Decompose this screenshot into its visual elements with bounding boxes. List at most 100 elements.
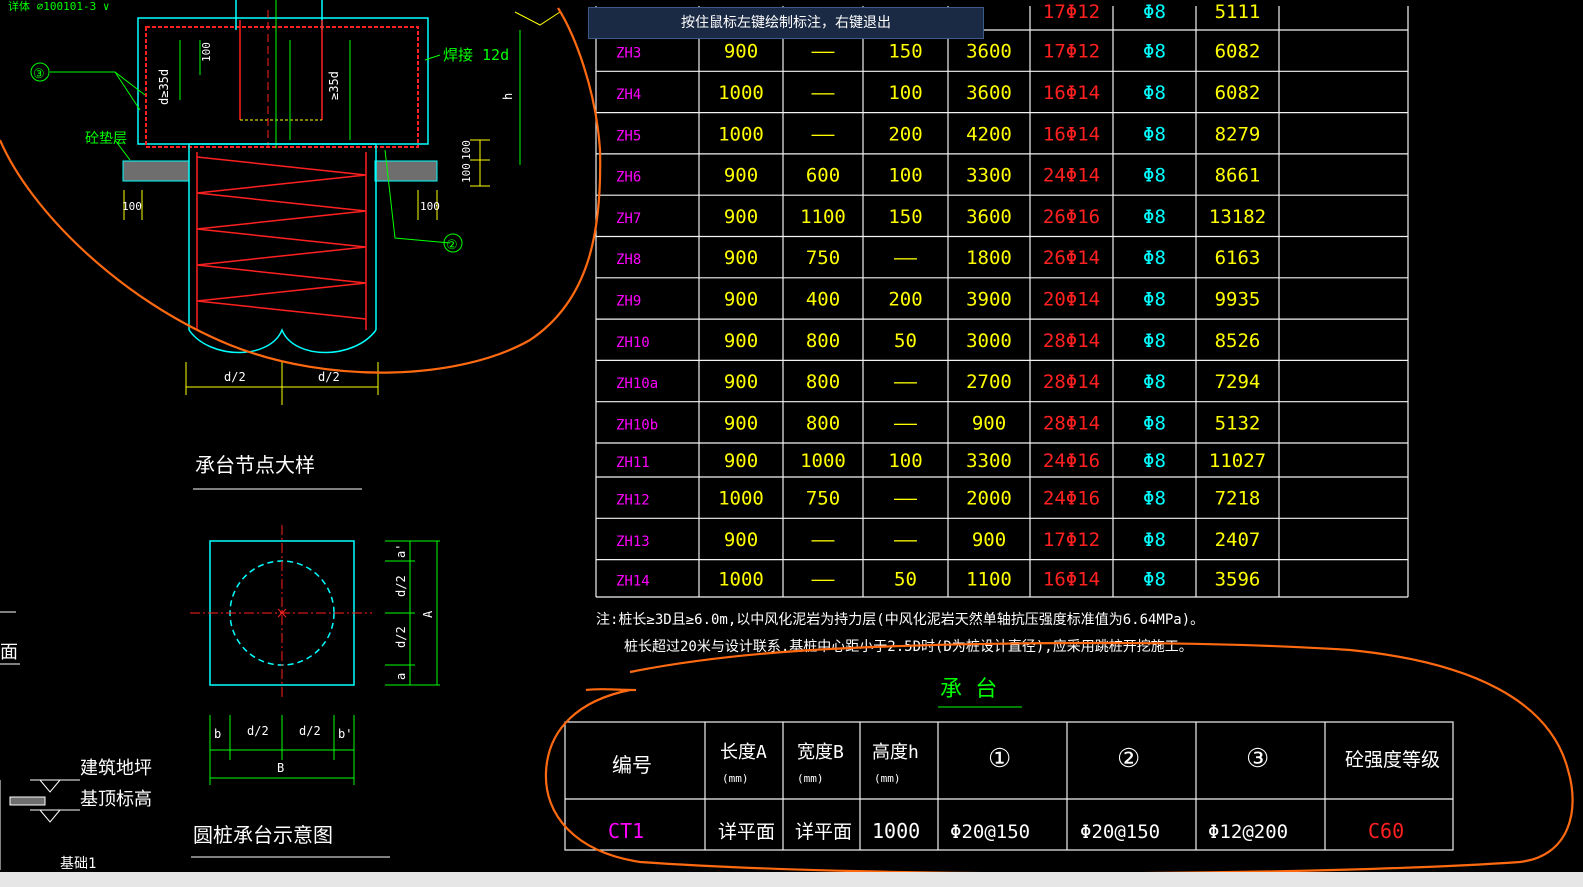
pile-table-cell-stir: Φ8 bbox=[1143, 371, 1166, 393]
pile-table-cell-vol: 9935 bbox=[1215, 288, 1261, 310]
pile-table-cell-stir: Φ8 bbox=[1143, 330, 1166, 352]
dim-b-prime: b' bbox=[338, 727, 352, 741]
cap-header-height: 高度h bbox=[872, 742, 919, 763]
top-crop-text: 详体 ⌀100101-3 ∨ bbox=[8, 0, 109, 13]
cap-cell-c3: Φ12@200 bbox=[1208, 821, 1288, 843]
pile-table-cell-len: 3300 bbox=[966, 165, 1012, 187]
dim-half-d-1: d/2 bbox=[224, 370, 246, 384]
dim-h: h bbox=[501, 93, 515, 100]
annotation-ellipse-detail[interactable] bbox=[0, 7, 602, 374]
pile-table-cell-b: 600 bbox=[806, 165, 840, 187]
pile-table-cell-len: 1100 bbox=[966, 568, 1012, 590]
pile-table-cell-c: 50 bbox=[894, 330, 917, 352]
pile-table-cell-bar: 28Φ14 bbox=[1043, 330, 1100, 352]
pile-table-cell-len: 2000 bbox=[966, 488, 1012, 510]
pile-table-cell-stir: Φ8 bbox=[1143, 206, 1166, 228]
pile-table-cell-vol: 6163 bbox=[1215, 247, 1261, 269]
pile-table-cell-c: 150 bbox=[888, 206, 922, 228]
cad-drawing-svg[interactable]: 详体 ⌀100101-3 ∨ ③ ② 焊接 12d 砼垫层 100 d≥35d … bbox=[0, 0, 1583, 887]
pile-table-cell-bar: 28Φ14 bbox=[1043, 412, 1100, 434]
dim-half-d-4: d/2 bbox=[299, 724, 321, 738]
pile-table-cell-dia: 900 bbox=[724, 165, 758, 187]
pile-table-cell-stir: Φ8 bbox=[1143, 529, 1166, 551]
pile-table-cell-dia: 900 bbox=[724, 371, 758, 393]
pile-table-cell-stir: Φ8 bbox=[1143, 41, 1166, 63]
pile-table-cell-c: —— bbox=[894, 529, 917, 551]
pile-table-cell-stir: Φ8 bbox=[1143, 1, 1166, 23]
pile-table-cell-vol: 8526 bbox=[1215, 330, 1261, 352]
pile-table-cell-dia: 900 bbox=[724, 330, 758, 352]
dim-100-right-a: 100 bbox=[460, 140, 473, 160]
pile-table-cell-code: ZH10b bbox=[616, 417, 658, 433]
cap-header-c3: ③ bbox=[1246, 744, 1269, 774]
round-pile-plan-labels: b d/2 d/2 b' B a' d/2 d/2 a A bbox=[214, 544, 435, 775]
detail-labels: 详体 ⌀100101-3 ∨ ③ ② 焊接 12d 砼垫层 100 d≥35d … bbox=[0, 0, 515, 872]
dim-35d-left: d≥35d bbox=[157, 69, 171, 105]
command-tooltip: 按住鼠标左键绘制标注，右键退出 bbox=[588, 7, 984, 39]
pile-table-cell-code: ZH14 bbox=[616, 573, 650, 589]
ref-ground: 建筑地坪 bbox=[80, 758, 152, 779]
dim-A: A bbox=[421, 610, 435, 618]
pile-notes: 注:桩长≥3D且≥6.0m,以中风化泥岩为持力层(中风化泥岩天然单轴抗压强度标准… bbox=[596, 611, 1204, 655]
pile-table-cell-code: ZH5 bbox=[616, 128, 641, 144]
cap-header-length: 长度A bbox=[720, 742, 767, 763]
pile-table-cell-bar: 24Φ16 bbox=[1043, 450, 1100, 472]
pile-table-cell-dia: 1000 bbox=[718, 123, 764, 145]
pile-table-cell-code: ZH10 bbox=[616, 335, 650, 351]
pile-table-cell-b: 800 bbox=[806, 330, 840, 352]
round-pile-cap-plan bbox=[190, 525, 440, 785]
pile-table-cell-len: 3600 bbox=[966, 82, 1012, 104]
pile-break-line bbox=[188, 327, 377, 354]
dim-half-d-3: d/2 bbox=[247, 724, 269, 738]
pile-table-cell-c: 100 bbox=[888, 165, 922, 187]
ref-foundation: 基础1 bbox=[60, 855, 96, 872]
cushion-left bbox=[122, 160, 190, 182]
pile-table-cell-vol: 8661 bbox=[1215, 165, 1261, 187]
pile-table-cell-c: —— bbox=[894, 247, 917, 269]
orange-annotation-marks[interactable] bbox=[0, 7, 1574, 875]
cap-cell-grade: C60 bbox=[1368, 819, 1404, 843]
cap-header-width: 宽度B bbox=[797, 742, 844, 763]
pile-table-cell-b: 800 bbox=[806, 371, 840, 393]
pile-table-cell-vol: 6082 bbox=[1215, 41, 1261, 63]
pile-table-cell-code: ZH9 bbox=[616, 293, 641, 309]
pile-table-cell-dia: 900 bbox=[724, 206, 758, 228]
pile-table-cell-dia: 1000 bbox=[718, 82, 764, 104]
weld-label: 焊接 12d bbox=[443, 46, 509, 64]
pile-table-cell-len: 900 bbox=[972, 412, 1006, 434]
dim-100-bl: 100 bbox=[122, 200, 142, 213]
side-text: 面 bbox=[0, 642, 18, 663]
pile-table-cell-c: —— bbox=[894, 412, 917, 434]
pile-table-cell-bar: 16Φ14 bbox=[1043, 568, 1100, 590]
pile-table-cell-len: 3900 bbox=[966, 288, 1012, 310]
ref-top: 基顶标高 bbox=[80, 789, 152, 810]
pile-table-cell-vol: 2407 bbox=[1215, 529, 1261, 551]
note-line-1: 注:桩长≥3D且≥6.0m,以中风化泥岩为持力层(中风化泥岩天然单轴抗压强度标准… bbox=[596, 611, 1204, 628]
pile-table-cell-c: —— bbox=[894, 488, 917, 510]
pile-table-cell-c: 50 bbox=[894, 568, 917, 590]
cap-header-grade: 砼强度等级 bbox=[1345, 749, 1440, 771]
dim-a-prime: a' bbox=[394, 544, 408, 558]
dim-100-right-b: 100 bbox=[460, 163, 473, 183]
pile-table-cell-len: 3600 bbox=[966, 41, 1012, 63]
pile-table-cell-len: 3300 bbox=[966, 450, 1012, 472]
pile-table-cell-len: 900 bbox=[972, 529, 1006, 551]
pile-table-cell-bar: 17Φ12 bbox=[1043, 41, 1100, 63]
cap-rebar-cage bbox=[145, 26, 419, 148]
pile-table-cell-b: 750 bbox=[806, 488, 840, 510]
pile-table-cell-stir: Φ8 bbox=[1143, 450, 1166, 472]
round-pile-title: 圆桩承台示意图 bbox=[193, 823, 333, 847]
cad-drawing-canvas[interactable]: 详体 ⌀100101-3 ∨ ③ ② 焊接 12d 砼垫层 100 d≥35d … bbox=[0, 0, 1583, 887]
pile-table-cell-c: 200 bbox=[888, 123, 922, 145]
pile-table-cell-b: 1100 bbox=[800, 206, 846, 228]
cap-cell-height: 1000 bbox=[872, 819, 920, 843]
pile-table-cell-len: 2700 bbox=[966, 371, 1012, 393]
dim-100-top: 100 bbox=[200, 42, 213, 62]
dim-B: B bbox=[277, 761, 284, 775]
pile-table-cell-dia: 900 bbox=[724, 247, 758, 269]
pile-table-cell-stir: Φ8 bbox=[1143, 568, 1166, 590]
pile-table-cell-dia: 1000 bbox=[718, 488, 764, 510]
pile-table-cell-c: —— bbox=[894, 371, 917, 393]
pile-table-cell-bar: 20Φ14 bbox=[1043, 288, 1100, 310]
pile-table-cell-dia: 900 bbox=[724, 288, 758, 310]
